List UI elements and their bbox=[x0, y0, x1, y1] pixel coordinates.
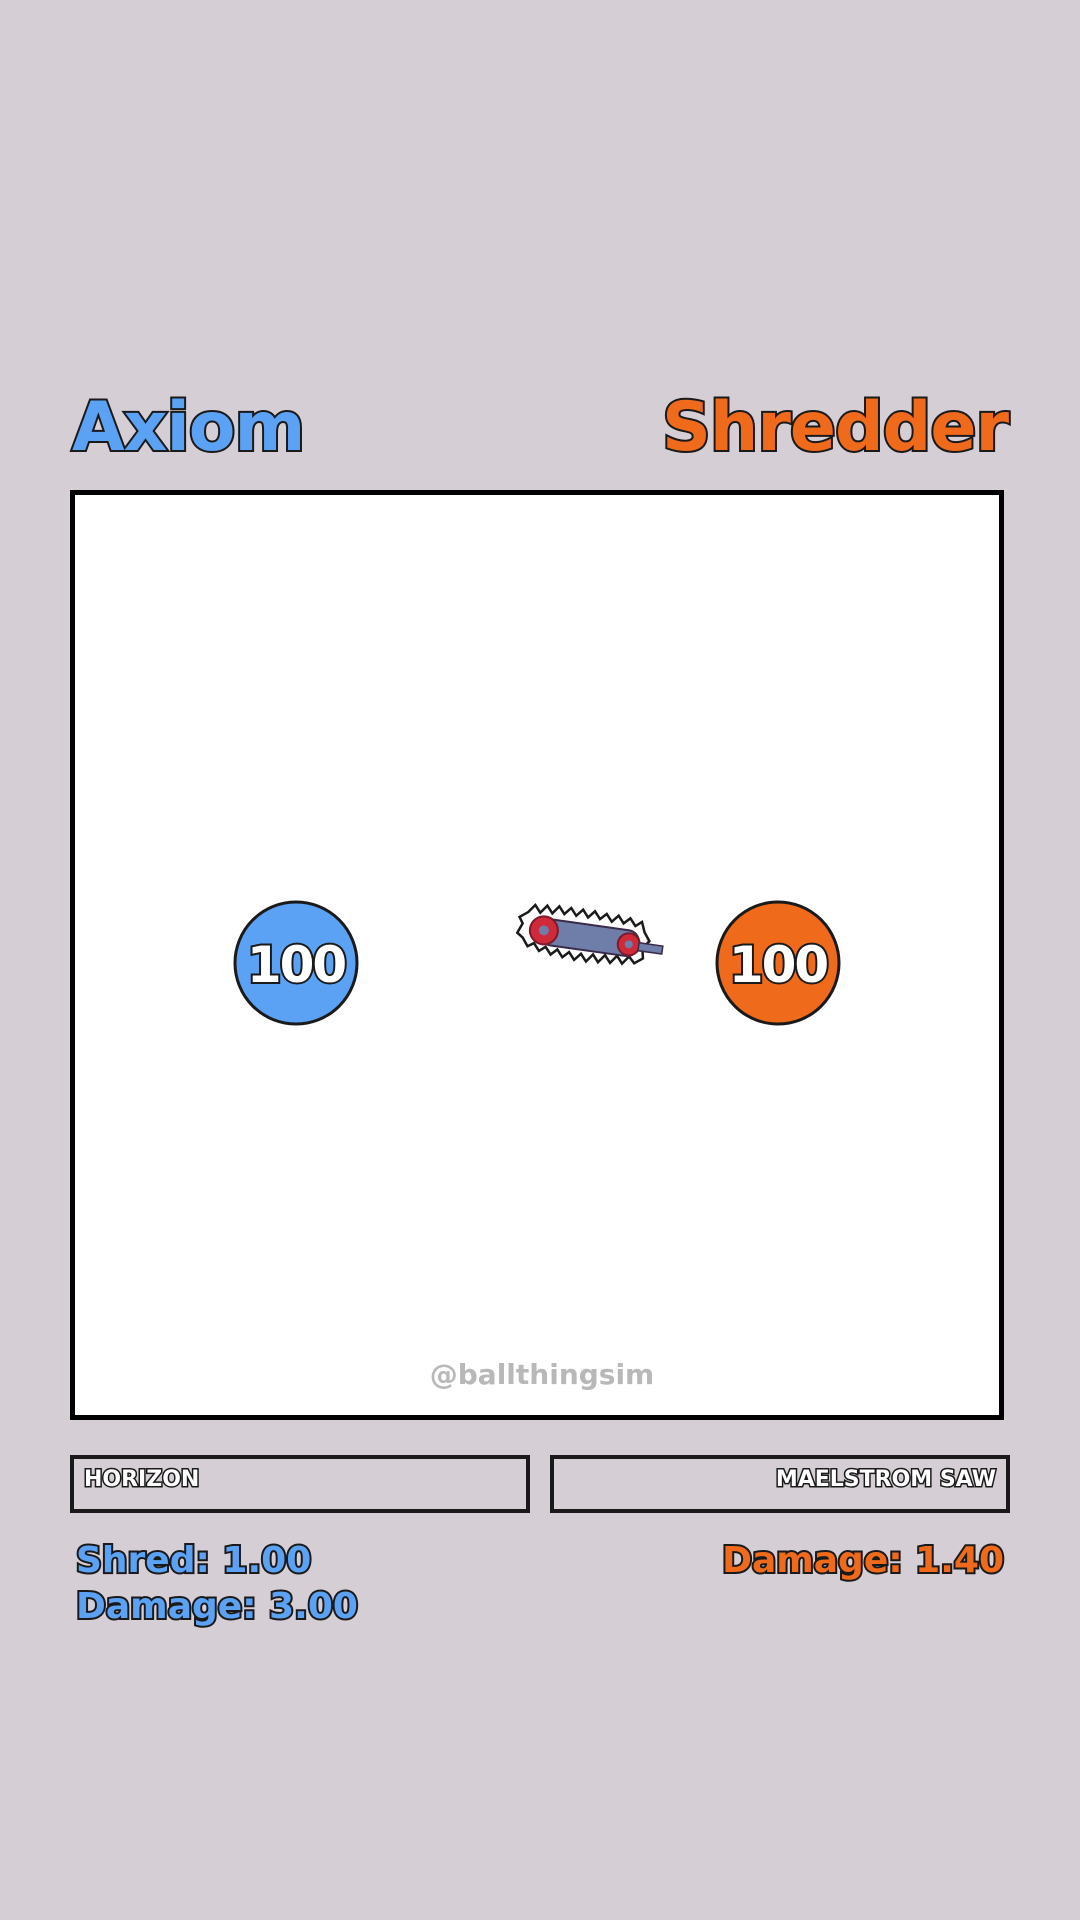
right-fighter-name: Shredder bbox=[660, 386, 1011, 469]
left-stat-damage: Damage: 3.00 bbox=[74, 1584, 360, 1629]
battle-arena: 100 100 @ballthingsim bbox=[70, 490, 1004, 1420]
right-weapon-panel: MAELSTROM SAW bbox=[550, 1455, 1010, 1513]
right-stat-damage: Damage: 1.40 bbox=[720, 1538, 1006, 1583]
watermark: @ballthingsim bbox=[430, 1358, 654, 1391]
left-weapon-panel: HORIZON bbox=[70, 1455, 530, 1513]
right-ball: 100 bbox=[715, 900, 841, 1026]
chainsaw-icon bbox=[515, 902, 664, 966]
arena-canvas: 100 100 @ballthingsim bbox=[233, 900, 841, 1391]
right-ball-hp: 100 bbox=[729, 936, 828, 994]
left-weapon-name: HORIZON bbox=[82, 1466, 200, 1494]
left-fighter-name: Axiom bbox=[70, 386, 307, 469]
right-weapon-name: MAELSTROM SAW bbox=[774, 1466, 997, 1494]
left-stat-shred: Shred: 1.00 bbox=[74, 1538, 313, 1583]
left-ball: 100 bbox=[233, 900, 359, 1026]
left-ball-hp: 100 bbox=[247, 936, 346, 994]
